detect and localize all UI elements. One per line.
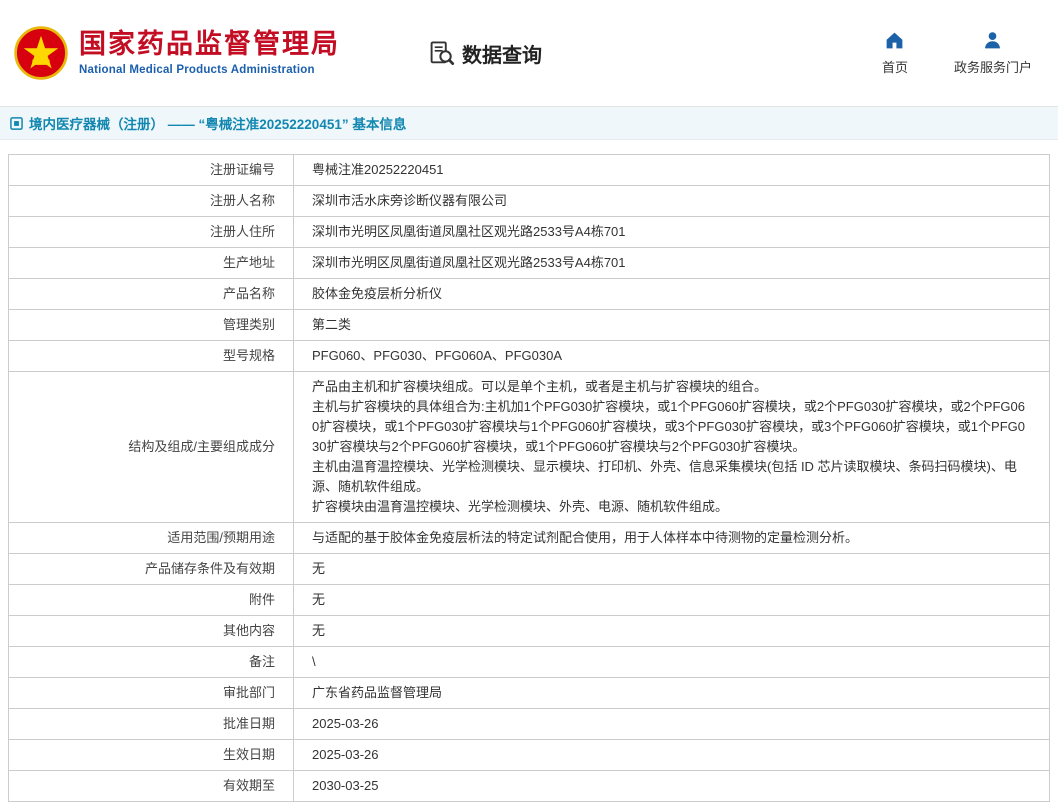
row-label: 生效日期 xyxy=(9,740,294,771)
top-nav: 首页 政务服务门户 xyxy=(882,30,1044,76)
row-label: 结构及组成/主要组成成分 xyxy=(9,372,294,523)
home-icon xyxy=(884,30,905,51)
row-value: 2030-03-25 xyxy=(294,771,1050,802)
row-label: 有效期至 xyxy=(9,771,294,802)
main-content: 注册证编号 粤械注准20252220451 注册人名称 深圳市活水床旁诊断仪器有… xyxy=(0,140,1058,812)
person-icon xyxy=(982,30,1003,51)
row-label: 产品储存条件及有效期 xyxy=(9,554,294,585)
table-row: 结构及组成/主要组成成分 产品由主机和扩容模块组成。可以是单个主机，或者是主机与… xyxy=(9,372,1050,523)
nav-home-label: 首页 xyxy=(882,57,908,76)
row-value: 产品由主机和扩容模块组成。可以是单个主机，或者是主机与扩容模块的组合。 主机与扩… xyxy=(294,372,1050,523)
table-row: 注册证编号 粤械注准20252220451 xyxy=(9,155,1050,186)
table-row: 备注 \ xyxy=(9,647,1050,678)
row-value: 无 xyxy=(294,585,1050,616)
table-row: 批准日期 2025-03-26 xyxy=(9,709,1050,740)
row-label: 型号规格 xyxy=(9,341,294,372)
table-row: 生效日期 2025-03-26 xyxy=(9,740,1050,771)
page-header: 国家药品监督管理局 National Medical Products Admi… xyxy=(0,0,1058,107)
row-label: 注册人名称 xyxy=(9,186,294,217)
table-row: 管理类别 第二类 xyxy=(9,310,1050,341)
breadcrumb-text: 境内医疗器械（注册） —— “粤械注准20252220451” 基本信息 xyxy=(29,113,406,133)
org-name: 国家药品监督管理局 xyxy=(79,30,340,60)
nav-home[interactable]: 首页 xyxy=(882,30,908,76)
row-label: 审批部门 xyxy=(9,678,294,709)
org-name-en: National Medical Products Administration xyxy=(79,64,340,76)
row-label: 适用范围/预期用途 xyxy=(9,523,294,554)
row-value: 深圳市活水床旁诊断仪器有限公司 xyxy=(294,186,1050,217)
nmpa-logo-link[interactable]: 国家药品监督管理局 National Medical Products Admi… xyxy=(14,26,340,80)
table-row: 适用范围/预期用途 与适配的基于胶体金免疫层析法的特定试剂配合使用，用于人体样本… xyxy=(9,523,1050,554)
row-value: 广东省药品监督管理局 xyxy=(294,678,1050,709)
breadcrumb: 境内医疗器械（注册） —— “粤械注准20252220451” 基本信息 xyxy=(0,107,1058,140)
row-label: 管理类别 xyxy=(9,310,294,341)
table-row: 其他内容 无 xyxy=(9,616,1050,647)
row-value: 无 xyxy=(294,554,1050,585)
row-value: 2025-03-26 xyxy=(294,740,1050,771)
table-row: 审批部门 广东省药品监督管理局 xyxy=(9,678,1050,709)
org-title-block: 国家药品监督管理局 National Medical Products Admi… xyxy=(79,30,340,76)
row-label: 产品名称 xyxy=(9,279,294,310)
table-row: 附件 无 xyxy=(9,585,1050,616)
nav-portal-label: 政务服务门户 xyxy=(954,57,1032,76)
row-label: 备注 xyxy=(9,647,294,678)
row-label: 生产地址 xyxy=(9,248,294,279)
data-query-icon xyxy=(428,40,455,67)
table-row: 注册人住所 深圳市光明区凤凰街道凤凰社区观光路2533号A4栋701 xyxy=(9,217,1050,248)
row-value: PFG060、PFG030、PFG060A、PFG030A xyxy=(294,341,1050,372)
table-row: 有效期至 2030-03-25 xyxy=(9,771,1050,802)
data-query-label: 数据查询 xyxy=(462,39,542,68)
row-value: 第二类 xyxy=(294,310,1050,341)
info-table: 注册证编号 粤械注准20252220451 注册人名称 深圳市活水床旁诊断仪器有… xyxy=(8,154,1050,802)
row-label: 注册人住所 xyxy=(9,217,294,248)
row-value: 深圳市光明区凤凰街道凤凰社区观光路2533号A4栋701 xyxy=(294,248,1050,279)
nav-portal[interactable]: 政务服务门户 xyxy=(954,30,1032,76)
row-value: 与适配的基于胶体金免疫层析法的特定试剂配合使用，用于人体样本中待测物的定量检测分… xyxy=(294,523,1050,554)
row-label: 附件 xyxy=(9,585,294,616)
section-icon xyxy=(10,117,23,130)
table-row: 产品名称 胶体金免疫层析分析仪 xyxy=(9,279,1050,310)
table-row: 生产地址 深圳市光明区凤凰街道凤凰社区观光路2533号A4栋701 xyxy=(9,248,1050,279)
row-value: 深圳市光明区凤凰街道凤凰社区观光路2533号A4栋701 xyxy=(294,217,1050,248)
row-value: 无 xyxy=(294,616,1050,647)
row-value: 2025-03-26 xyxy=(294,709,1050,740)
table-row: 注册人名称 深圳市活水床旁诊断仪器有限公司 xyxy=(9,186,1050,217)
national-emblem-icon xyxy=(14,26,68,80)
row-label: 批准日期 xyxy=(9,709,294,740)
row-label: 其他内容 xyxy=(9,616,294,647)
row-value: 胶体金免疫层析分析仪 xyxy=(294,279,1050,310)
row-value: \ xyxy=(294,647,1050,678)
row-value: 粤械注准20252220451 xyxy=(294,155,1050,186)
info-table-body: 注册证编号 粤械注准20252220451 注册人名称 深圳市活水床旁诊断仪器有… xyxy=(9,155,1050,802)
table-row: 产品储存条件及有效期 无 xyxy=(9,554,1050,585)
row-label: 注册证编号 xyxy=(9,155,294,186)
table-row: 型号规格 PFG060、PFG030、PFG060A、PFG030A xyxy=(9,341,1050,372)
data-query-nav[interactable]: 数据查询 xyxy=(428,39,542,68)
